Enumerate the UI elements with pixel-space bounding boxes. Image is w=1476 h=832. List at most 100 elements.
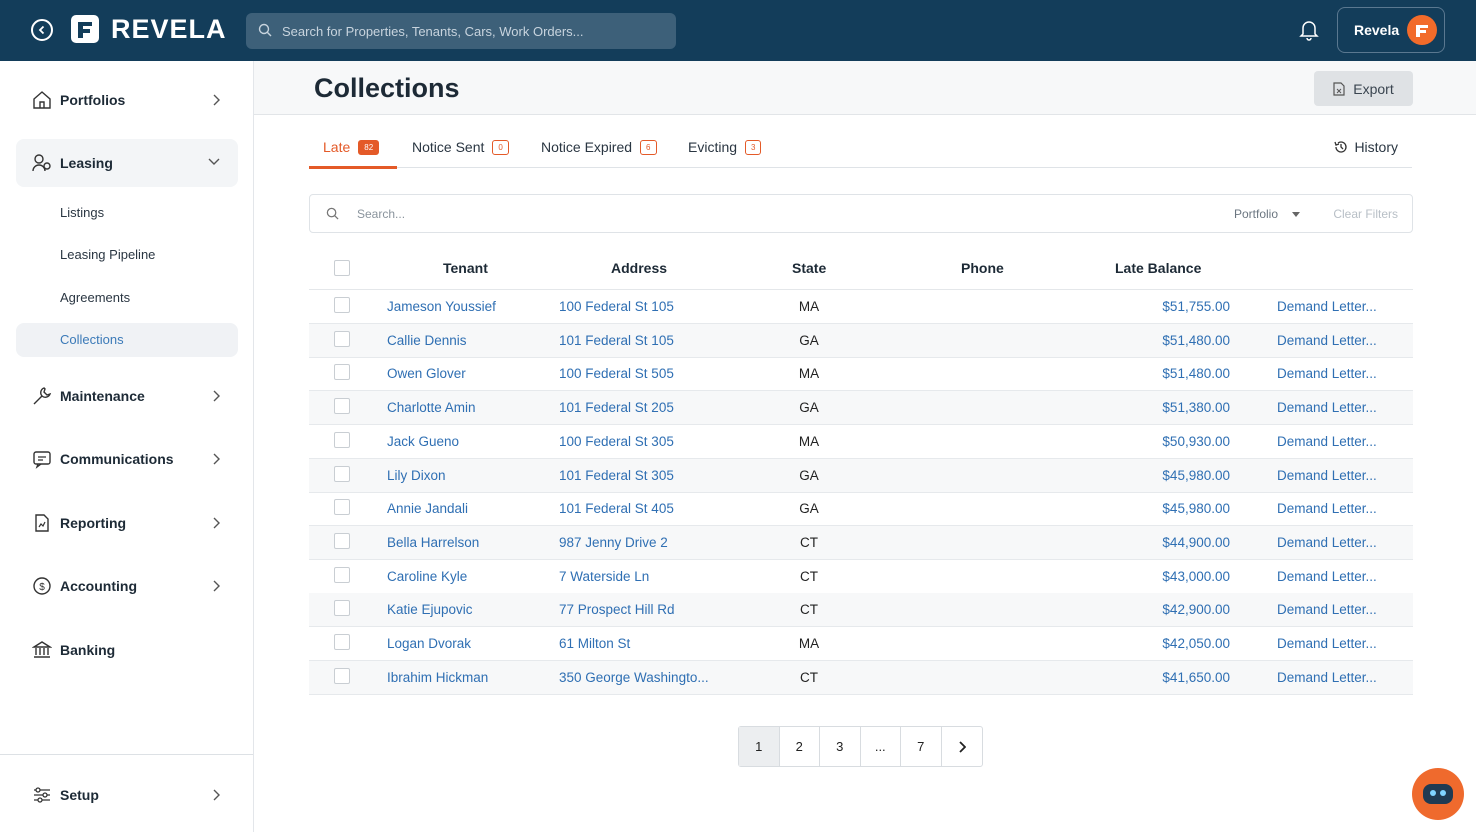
row-checkbox[interactable] [334,532,350,549]
row-checkbox[interactable] [334,297,350,313]
sidebar-item-leasing[interactable]: Leasing [16,139,238,187]
late-balance-link[interactable]: $50,930.00 [1110,434,1230,449]
page-button-2[interactable]: 2 [780,727,820,766]
address-link[interactable]: 61 Milton St [559,636,630,651]
tenant-link[interactable]: Annie Jandali [387,501,468,516]
demand-letter-link[interactable]: Demand Letter... [1277,569,1377,584]
global-search-input[interactable] [282,13,662,49]
address-link[interactable]: 100 Federal St 305 [559,434,674,449]
row-checkbox[interactable] [334,600,350,617]
back-icon[interactable] [31,19,53,41]
sidebar-item-maintenance[interactable]: Maintenance [16,372,238,420]
address-link[interactable]: 101 Federal St 105 [559,333,674,348]
assistant-bot-button[interactable] [1412,768,1464,820]
address-link[interactable]: 101 Federal St 305 [559,468,674,483]
column-header-late-balance[interactable]: Late Balance [1115,260,1201,276]
sidebar-subitem-collections[interactable]: Collections [16,323,238,357]
column-header-address[interactable]: Address [611,260,667,276]
bell-icon[interactable] [1299,19,1319,41]
tab-notice-sent[interactable]: Notice Sent 0 [412,139,509,155]
tenant-link[interactable]: Ibrahim Hickman [387,670,488,685]
tenant-link[interactable]: Bella Harrelson [387,535,479,550]
address-link[interactable]: 7 Waterside Ln [559,569,649,584]
tenant-link[interactable]: Caroline Kyle [387,569,467,584]
column-header-phone[interactable]: Phone [961,260,1004,276]
brand-logo[interactable]: REVELA [69,13,227,45]
tab-notice-expired[interactable]: Notice Expired 6 [541,139,657,155]
sidebar-item-banking[interactable]: Banking [16,626,238,674]
address-link[interactable]: 350 George Washingto... [559,670,709,685]
demand-letter-link[interactable]: Demand Letter... [1277,535,1377,550]
address-link[interactable]: 100 Federal St 505 [559,366,674,381]
next-page-button[interactable] [942,727,982,766]
demand-letter-link[interactable]: Demand Letter... [1277,636,1377,651]
address-link[interactable]: 77 Prospect Hill Rd [559,602,675,617]
account-menu[interactable]: Revela [1337,7,1445,53]
row-checkbox[interactable] [334,667,350,684]
tab-evicting[interactable]: Evicting 3 [688,139,762,155]
late-balance-link[interactable]: $42,900.00 [1110,602,1230,617]
clear-filters-button[interactable]: Clear Filters [1333,207,1398,221]
tenant-link[interactable]: Owen Glover [387,366,466,381]
page-button-7[interactable]: 7 [901,727,942,766]
row-checkbox[interactable] [334,431,350,448]
late-balance-link[interactable]: $43,000.00 [1110,569,1230,584]
demand-letter-link[interactable]: Demand Letter... [1277,501,1377,516]
late-balance-link[interactable]: $51,755.00 [1110,299,1230,314]
tenant-link[interactable]: Charlotte Amin [387,400,476,415]
global-search[interactable] [246,13,676,49]
late-balance-link[interactable]: $51,480.00 [1110,333,1230,348]
tenant-link[interactable]: Katie Ejupovic [387,602,473,617]
tenant-link[interactable]: Callie Dennis [387,333,467,348]
tenant-link[interactable]: Jameson Youssief [387,299,496,314]
column-header-tenant[interactable]: Tenant [443,260,488,276]
late-balance-link[interactable]: $51,480.00 [1110,366,1230,381]
demand-letter-link[interactable]: Demand Letter... [1277,434,1377,449]
address-link[interactable]: 101 Federal St 405 [559,501,674,516]
late-balance-link[interactable]: $41,650.00 [1110,670,1230,685]
late-balance-link[interactable]: $45,980.00 [1110,501,1230,516]
portfolio-filter[interactable]: Portfolio [1234,207,1301,221]
row-checkbox[interactable] [334,330,350,347]
sidebar-item-accounting[interactable]: $ Accounting [16,562,238,610]
sidebar-item-reporting[interactable]: Reporting [16,499,238,547]
address-link[interactable]: 987 Jenny Drive 2 [559,535,668,550]
sidebar-subitem-leasing-pipeline[interactable]: Leasing Pipeline [16,238,238,272]
demand-letter-link[interactable]: Demand Letter... [1277,299,1377,314]
tenant-link[interactable]: Lily Dixon [387,468,446,483]
select-all-checkbox[interactable] [334,260,350,276]
sidebar-item-communications[interactable]: Communications [16,435,238,483]
sidebar-subitem-listings[interactable]: Listings [16,196,238,230]
row-checkbox[interactable] [334,398,350,415]
demand-letter-link[interactable]: Demand Letter... [1277,670,1377,685]
row-checkbox[interactable] [334,634,350,650]
demand-letter-link[interactable]: Demand Letter... [1277,400,1377,415]
export-button[interactable]: Export [1314,71,1413,106]
demand-letter-link[interactable]: Demand Letter... [1277,468,1377,483]
row-checkbox[interactable] [334,465,350,482]
demand-letter-link[interactable]: Demand Letter... [1277,366,1377,381]
row-checkbox[interactable] [334,364,350,381]
row-checkbox[interactable] [334,566,350,583]
late-balance-link[interactable]: $44,900.00 [1110,535,1230,550]
page-button-1[interactable]: 1 [739,727,780,766]
tab-late[interactable]: Late 82 [323,139,380,155]
tenant-link[interactable]: Jack Gueno [387,434,459,449]
late-balance-link[interactable]: $42,050.00 [1110,636,1230,651]
demand-letter-link[interactable]: Demand Letter... [1277,602,1377,617]
table-search-input[interactable] [357,195,957,232]
column-header-state[interactable]: State [792,260,826,276]
row-checkbox[interactable] [334,499,350,516]
late-balance-link[interactable]: $51,380.00 [1110,400,1230,415]
sidebar-item-setup[interactable]: Setup [16,771,238,819]
history-button[interactable]: History [1334,139,1398,155]
address-link[interactable]: 101 Federal St 205 [559,400,674,415]
table-row: Charlotte Amin 101 Federal St 205 GA $51,38… [309,391,1413,426]
tenant-link[interactable]: Logan Dvorak [387,636,471,651]
page-button-3[interactable]: 3 [820,727,861,766]
sidebar-subitem-agreements[interactable]: Agreements [16,281,238,315]
late-balance-link[interactable]: $45,980.00 [1110,468,1230,483]
sidebar-item-portfolios[interactable]: Portfolios [16,76,238,124]
address-link[interactable]: 100 Federal St 105 [559,299,674,314]
demand-letter-link[interactable]: Demand Letter... [1277,333,1377,348]
